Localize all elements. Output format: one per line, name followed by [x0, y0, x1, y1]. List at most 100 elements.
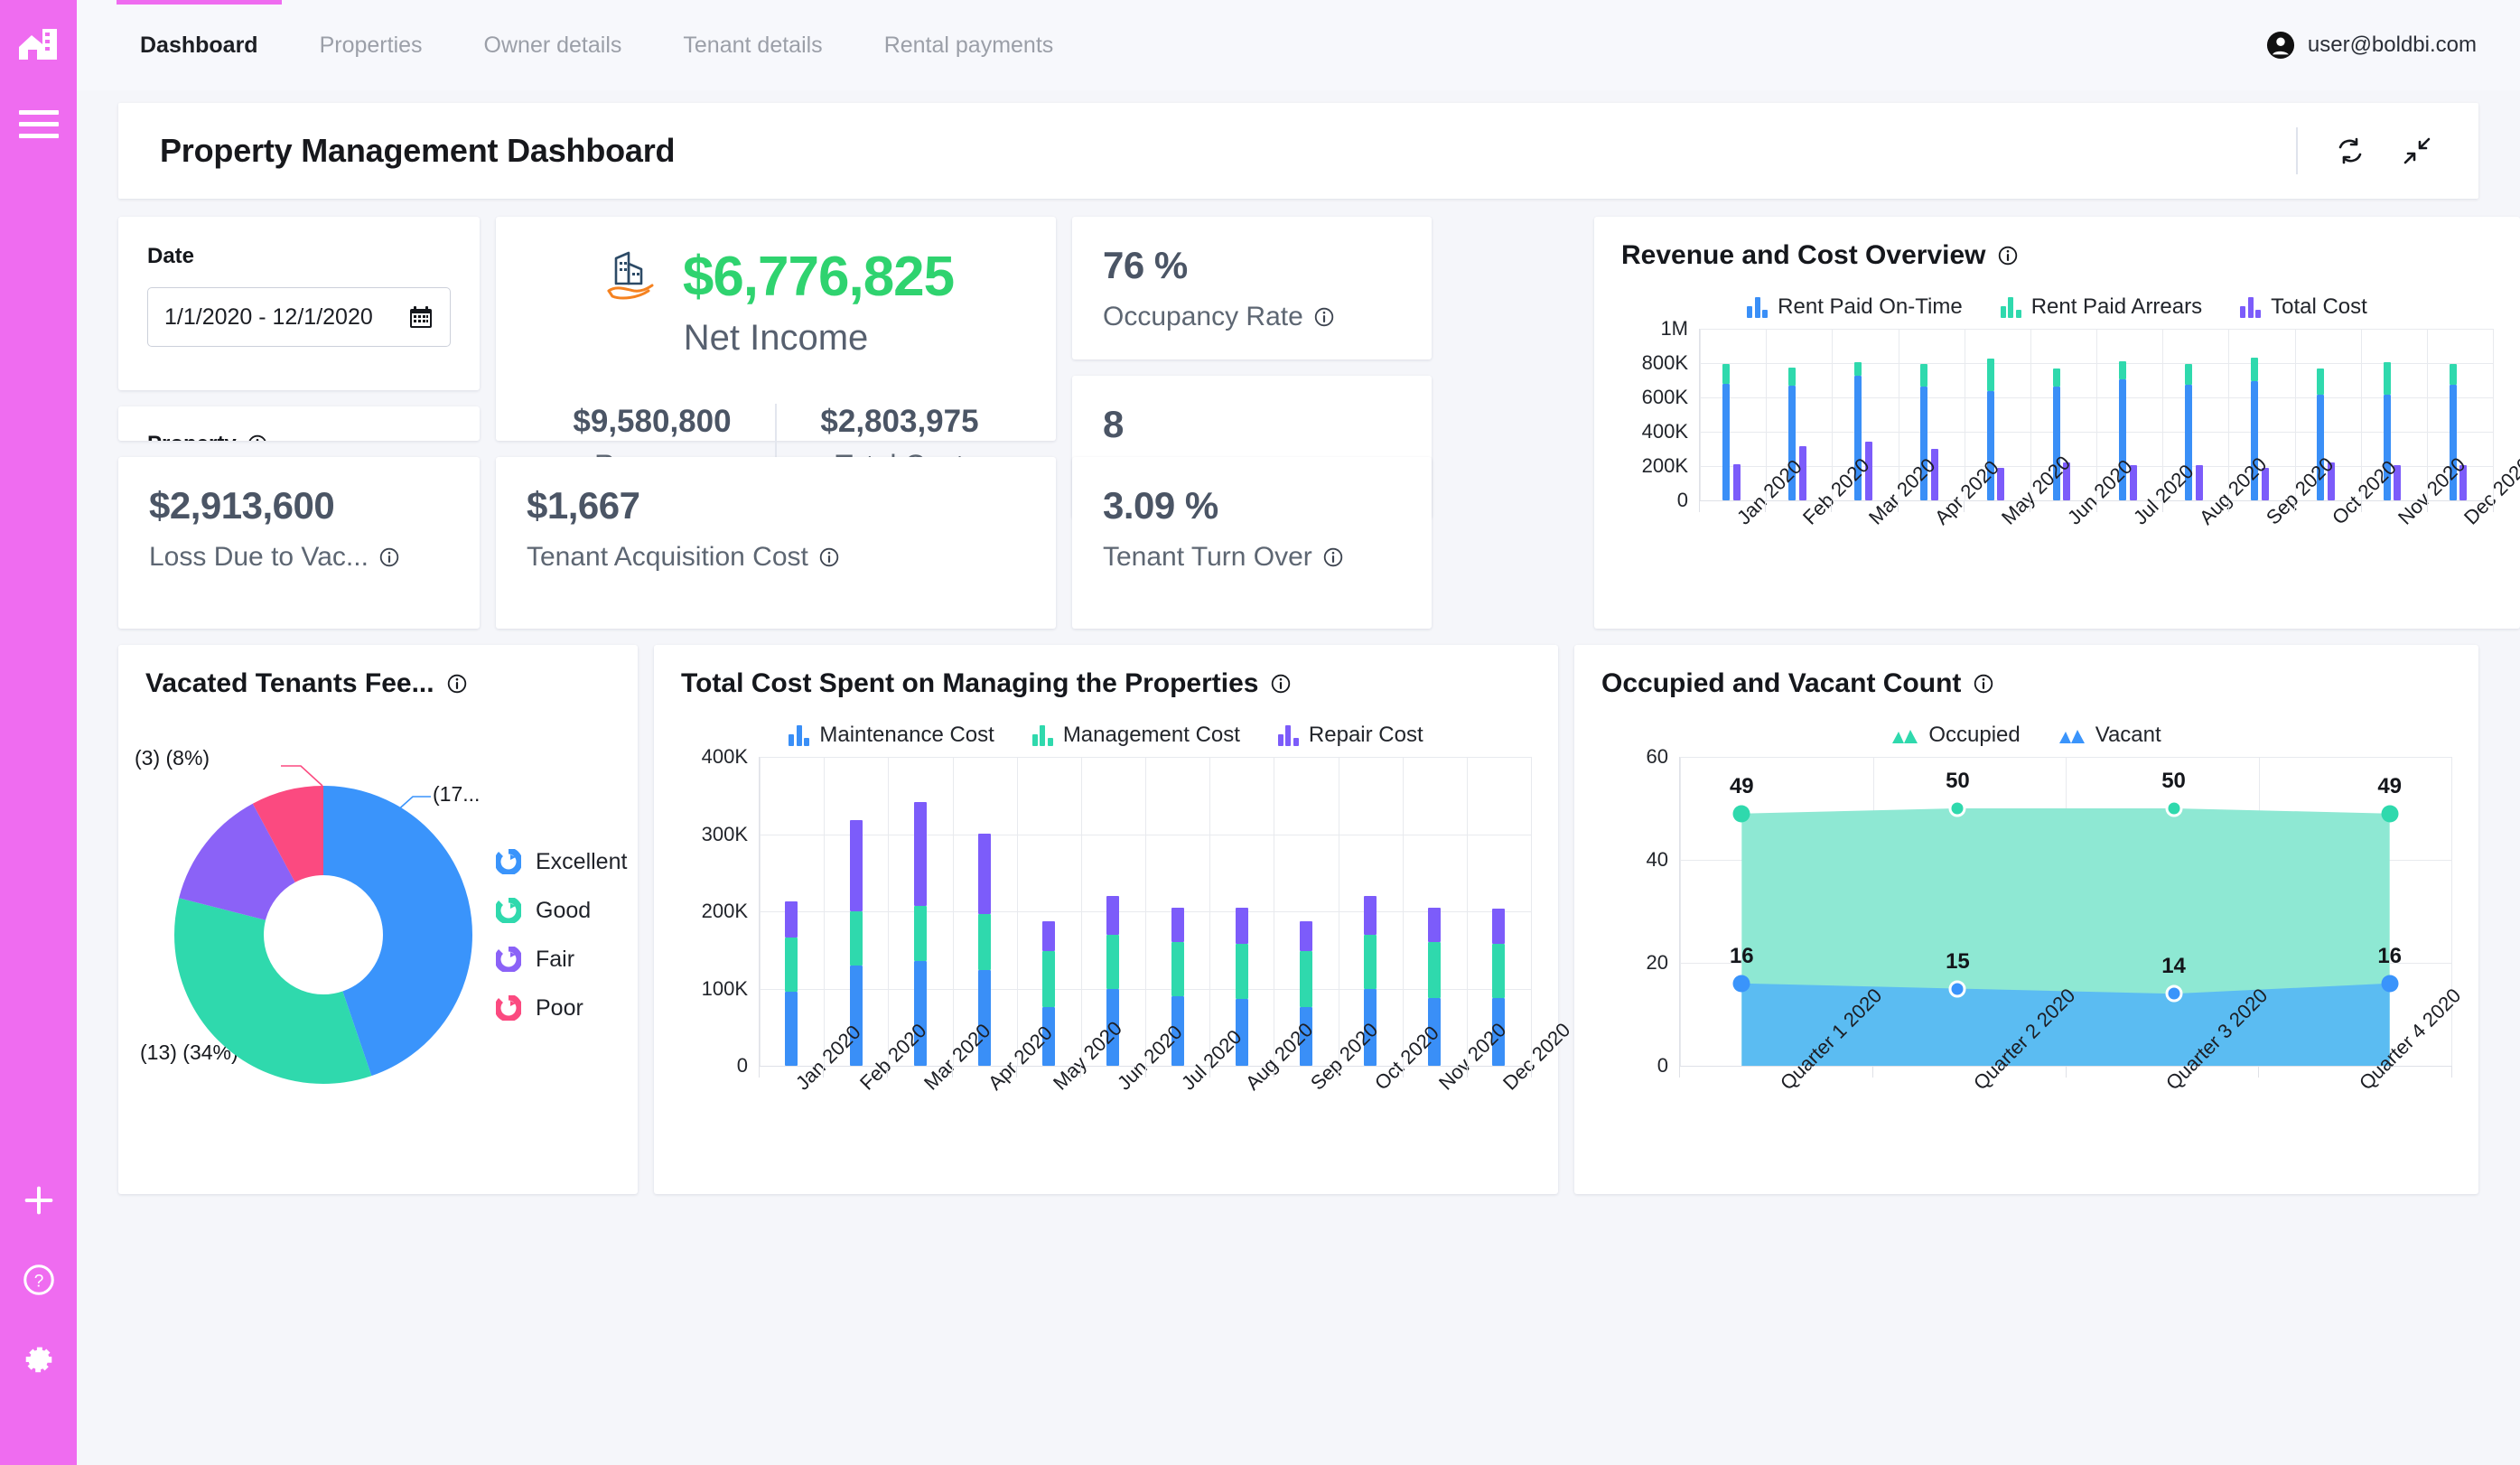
bar-group[interactable] — [888, 757, 952, 1066]
bar-group[interactable] — [1274, 757, 1338, 1066]
bar-repair-cost[interactable] — [1042, 921, 1056, 952]
gear-icon[interactable] — [20, 1340, 58, 1378]
bar-management-cost[interactable] — [849, 911, 863, 966]
bar-rent-paid-arrears[interactable] — [2383, 361, 2391, 395]
data-point-occupied[interactable] — [2381, 805, 2399, 823]
bar-management-cost[interactable] — [1492, 943, 1506, 998]
bar-rent-paid-arrears[interactable] — [1722, 363, 1730, 384]
kpi-loss-due-to-vacancy: $2,913,600 Loss Due to Vac... — [118, 457, 480, 629]
exit-fullscreen-icon[interactable] — [2397, 131, 2437, 171]
info-icon[interactable] — [1314, 307, 1334, 327]
bar-group[interactable] — [1209, 757, 1274, 1066]
legend-item-maintenance-cost[interactable]: Maintenance Cost — [789, 723, 994, 748]
bar-group[interactable] — [1145, 757, 1209, 1066]
bar-management-cost[interactable] — [1364, 934, 1377, 989]
bar-maintenance-cost[interactable] — [977, 969, 991, 1066]
bar-management-cost[interactable] — [1235, 943, 1248, 1000]
bar-rent-paid-arrears[interactable] — [1920, 363, 1928, 387]
bar-total-cost[interactable] — [2195, 465, 2203, 500]
bar-rent-paid-arrears[interactable] — [2251, 358, 2259, 381]
info-icon[interactable] — [819, 547, 839, 567]
legend-item-vacant[interactable]: Vacant — [2058, 723, 2161, 748]
bar-repair-cost[interactable] — [1299, 921, 1312, 952]
bar-rent-paid-arrears[interactable] — [2185, 363, 2193, 385]
bar-management-cost[interactable] — [1042, 951, 1056, 1008]
legend-item-fair[interactable]: Fair — [494, 945, 627, 974]
hamburger-menu-icon[interactable] — [18, 110, 59, 138]
bar-repair-cost[interactable] — [1364, 895, 1377, 935]
data-point-occupied[interactable] — [1732, 805, 1750, 823]
bar-rent-paid-arrears[interactable] — [1854, 362, 1862, 376]
bar-rent-paid-arrears[interactable] — [2052, 368, 2060, 387]
bar-repair-cost[interactable] — [1235, 907, 1248, 944]
legend-item-management-cost[interactable]: Management Cost — [1031, 723, 1240, 748]
bar-repair-cost[interactable] — [785, 900, 798, 938]
bar-repair-cost[interactable] — [1106, 895, 1120, 935]
bar-repair-cost[interactable] — [977, 833, 991, 915]
info-icon[interactable] — [1974, 674, 1993, 694]
bar-rent-paid-arrears[interactable] — [2317, 368, 2325, 395]
bar-repair-cost[interactable] — [1171, 907, 1184, 943]
legend-item-poor[interactable]: Poor — [494, 994, 627, 1022]
bar-management-cost[interactable] — [1299, 951, 1312, 1008]
bar-rent-paid-arrears[interactable] — [2118, 361, 2126, 380]
info-icon[interactable] — [447, 674, 467, 694]
legend-item-total-cost[interactable]: Total Cost — [2240, 294, 2367, 320]
bar-group[interactable] — [824, 757, 888, 1066]
data-point-vacant[interactable] — [1732, 975, 1750, 993]
tab-tenant-details[interactable]: Tenant details — [652, 0, 853, 90]
donut-chart[interactable] — [174, 786, 472, 1084]
data-point-occupied[interactable] — [2165, 799, 2183, 817]
legend-item-rent-paid-on-time[interactable]: Rent Paid On-Time — [1747, 294, 1963, 320]
bar-maintenance-cost[interactable] — [785, 991, 798, 1066]
bar-management-cost[interactable] — [1171, 942, 1184, 997]
user-account[interactable]: user@boldbi.com — [2266, 31, 2477, 60]
legend-item-repair-cost[interactable]: Repair Cost — [1277, 723, 1423, 748]
plus-icon[interactable] — [20, 1181, 58, 1219]
bar-repair-cost[interactable] — [1428, 907, 1442, 943]
tab-rental-payments[interactable]: Rental payments — [854, 0, 1085, 90]
bar-management-cost[interactable] — [913, 906, 927, 961]
bar-group[interactable] — [1403, 757, 1467, 1066]
info-icon[interactable] — [1998, 246, 2018, 266]
bar-rent-paid-on-time[interactable] — [1722, 383, 1730, 500]
bar-repair-cost[interactable] — [849, 820, 863, 911]
bar-group[interactable] — [953, 757, 1017, 1066]
bar-group[interactable] — [1700, 329, 1766, 500]
info-icon[interactable] — [1323, 547, 1343, 567]
tab-owner-details[interactable]: Owner details — [453, 0, 653, 90]
kpi-tenant-acquisition-cost: $1,667 Tenant Acquisition Cost — [496, 457, 1056, 629]
tab-dashboard[interactable]: Dashboard — [109, 0, 289, 90]
bar-repair-cost[interactable] — [1492, 908, 1506, 944]
building-logo-icon[interactable] — [15, 20, 62, 67]
tab-properties[interactable]: Properties — [289, 0, 453, 90]
date-range-input[interactable]: 1/1/2020 - 12/1/2020 — [147, 287, 451, 347]
data-point-occupied[interactable] — [1948, 799, 1966, 817]
bar-management-cost[interactable] — [1106, 934, 1120, 989]
info-icon[interactable] — [1271, 674, 1291, 694]
legend-item-occupied[interactable]: Occupied — [1891, 723, 2021, 748]
bar-rent-paid-arrears[interactable] — [1986, 358, 1994, 391]
bar-rent-paid-arrears[interactable] — [2449, 364, 2457, 386]
help-circle-icon[interactable]: ? — [20, 1261, 58, 1299]
legend-item-excellent[interactable]: Excellent — [494, 847, 627, 876]
x-axis-tick — [951, 1066, 953, 1078]
refresh-icon[interactable] — [2330, 131, 2370, 171]
bar-group[interactable] — [1339, 757, 1403, 1066]
bar-management-cost[interactable] — [1428, 942, 1442, 998]
bar-total-cost[interactable] — [1732, 463, 1741, 500]
bar-group[interactable] — [1467, 757, 1531, 1066]
bar-group[interactable] — [1017, 757, 1081, 1066]
legend-item-rent-paid-arrears[interactable]: Rent Paid Arrears — [2000, 294, 2202, 320]
data-point-vacant[interactable] — [2381, 975, 2399, 993]
bar-repair-cost[interactable] — [913, 801, 927, 907]
bar-management-cost[interactable] — [785, 938, 798, 992]
data-point-vacant[interactable] — [1948, 980, 1966, 997]
bar-rent-paid-arrears[interactable] — [1788, 367, 1797, 387]
legend-item-good[interactable]: Good — [494, 896, 627, 925]
data-point-vacant[interactable] — [2165, 984, 2183, 1003]
bar-group[interactable] — [760, 757, 824, 1066]
info-icon[interactable] — [379, 547, 399, 567]
bar-management-cost[interactable] — [977, 914, 991, 970]
info-icon[interactable] — [247, 434, 267, 441]
